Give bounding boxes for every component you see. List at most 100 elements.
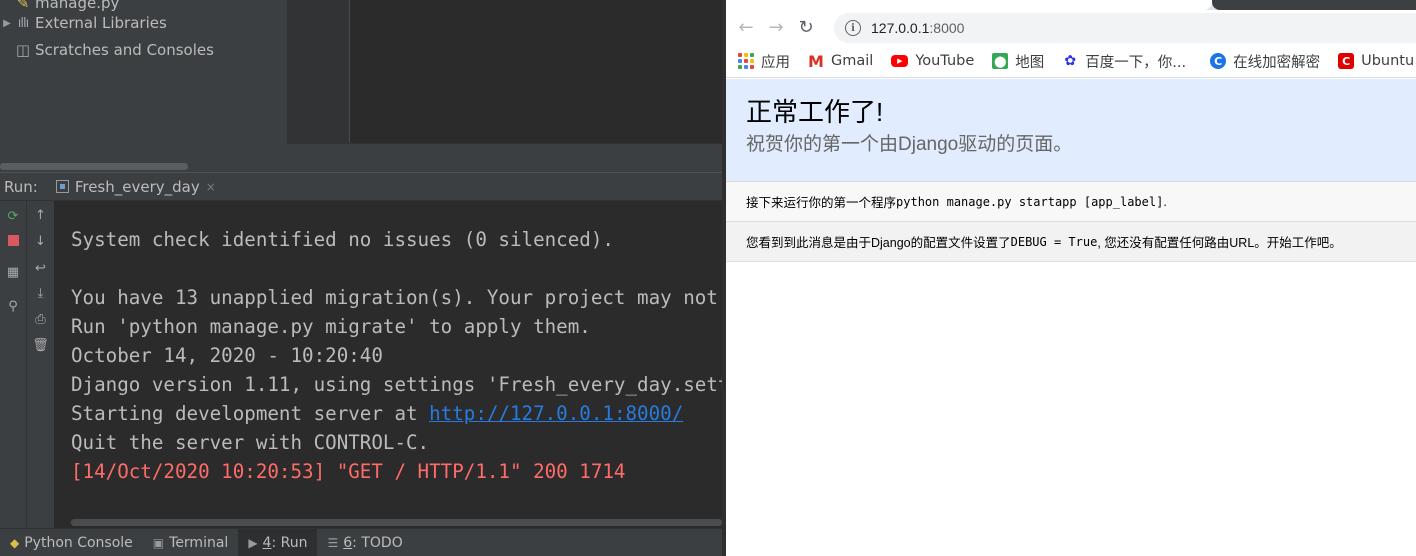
browser-other-tab[interactable] [1212, 0, 1416, 10]
explanation-suffix: , 您还没有配置任何路由URL。开始工作吧。 [1097, 236, 1342, 250]
baidu-paw-icon: ✿ [1064, 53, 1077, 69]
up-arrow-icon[interactable]: ↑ [27, 204, 54, 226]
summary-section: 正常工作了! 祝贺你的第一个由Django驱动的页面。 [726, 79, 1416, 182]
rerun-icon[interactable]: ⟳ [0, 205, 26, 227]
bookmark-label: Gmail [831, 53, 874, 69]
bookmark-crypt[interactable]: C 在线加密解密 [1204, 45, 1326, 77]
back-arrow-icon[interactable]: ← [733, 15, 759, 41]
editor-bottom-bar [287, 143, 722, 172]
instructions-suffix: . [1163, 194, 1167, 209]
stop-button[interactable] [0, 229, 26, 251]
run-tab[interactable]: Fresh_every_day × [55, 177, 216, 196]
ubuntu-site-icon: C [1338, 53, 1355, 69]
console-request-log: [14/Oct/2020 10:20:53] "GET / HTTP/1.1" … [71, 460, 626, 483]
expand-arrow-icon[interactable]: ▶ [0, 18, 14, 29]
page-subtitle: 祝贺你的第一个由Django驱动的页面。 [746, 134, 1073, 155]
youtube-icon: ▶ [891, 55, 909, 67]
terminal-icon: ▣ [152, 535, 165, 550]
url-host: 127.0.0.1 [871, 20, 930, 36]
terminal-label: Terminal [169, 534, 229, 551]
run-tool-tab[interactable]: ▶ 4: Run [238, 529, 318, 556]
todo-label: : TODO [352, 534, 403, 551]
console-scrollbar[interactable] [71, 519, 722, 526]
console-line-server: Starting development server at http://12… [71, 399, 683, 428]
bookmark-label: Ubuntu [1361, 53, 1415, 69]
explanation-section: 您看到到此消息是由于Django的配置文件设置了 DEBUG = True, 您… [726, 222, 1416, 262]
instructions-prefix: 接下来运行你的第一个程序 [746, 196, 897, 210]
maps-pin-icon: ⬤ [992, 53, 1009, 69]
editor-area[interactable] [351, 0, 722, 143]
python-console-tab[interactable]: ◆ Python Console [0, 529, 143, 556]
bookmark-youtube[interactable]: ▶ YouTube [885, 45, 980, 77]
page-title: 正常工作了! [746, 97, 884, 127]
close-icon[interactable]: × [206, 180, 216, 194]
bookmark-label: 应用 [761, 54, 790, 71]
bookmark-label: YouTube [915, 53, 975, 69]
bookmark-maps[interactable]: ⬤ 地图 [986, 45, 1050, 77]
bookmark-label: 地图 [1015, 54, 1045, 71]
run-console[interactable]: System check identified no issues (0 sil… [55, 201, 722, 528]
url-text: 127.0.0.1:8000 [871, 20, 964, 36]
reload-icon[interactable]: ↻ [793, 15, 819, 41]
scroll-to-end-icon[interactable]: ⤓ [27, 282, 54, 304]
browser-window: ← → ↻ i 127.0.0.1:8000 应用 M Gmail ▶ YouT… [726, 0, 1416, 556]
bookmark-ubuntu[interactable]: C Ubuntu [1332, 45, 1416, 77]
terminal-tab[interactable]: ▣ Terminal [143, 529, 239, 556]
console-line: October 14, 2020 - 10:20:40 [71, 344, 383, 367]
explanation-prefix: 您看到到此消息是由于Django的配置文件设置了 [746, 236, 1011, 250]
bookmark-gmail[interactable]: M Gmail [802, 45, 879, 77]
console-line: Run 'python manage.py migrate' to apply … [71, 315, 591, 338]
todo-list-icon: ☰ [327, 535, 339, 550]
layout-icon[interactable]: ▦ [0, 261, 26, 283]
python-run-config-icon [55, 180, 69, 193]
tree-item-label: manage.py [35, 0, 120, 12]
browser-toolbar: ← → ↻ i 127.0.0.1:8000 [726, 10, 1416, 45]
info-icon[interactable]: i [845, 20, 861, 36]
instructions-section: 接下来运行你的第一个程序 python manage.py startapp [… [726, 182, 1416, 222]
apps-grid-icon [738, 53, 754, 69]
library-icon: ıllı [17, 15, 29, 31]
bookmark-apps[interactable]: 应用 [732, 45, 796, 77]
url-port: :8000 [929, 20, 965, 36]
trash-icon[interactable]: 🗑 [27, 334, 54, 356]
server-url-link[interactable]: http://127.0.0.1:8000/ [429, 402, 683, 425]
run-panel-header: Run: Fresh_every_day × [0, 172, 722, 201]
console-line: You have 13 unapplied migration(s). Your… [71, 286, 718, 309]
address-bar[interactable]: i 127.0.0.1:8000 [834, 13, 1416, 43]
print-icon[interactable]: ⎙ [27, 308, 54, 330]
tree-item-scratches[interactable]: ◫ Scratches and Consoles [14, 39, 214, 61]
project-tree: ✎ manage.py ▶ ıllı External Libraries ◫ … [0, 0, 287, 172]
pycharm-window: ✎ manage.py ▶ ıllı External Libraries ◫ … [0, 0, 722, 556]
todo-tab[interactable]: ☰ 6: TODO [317, 529, 412, 556]
todo-number: 6 [343, 534, 353, 551]
python-file-icon: ✎ [16, 0, 30, 12]
forward-arrow-icon[interactable]: → [763, 15, 789, 41]
server-prefix: Starting development server at [71, 402, 430, 425]
python-icon: ◆ [10, 535, 20, 550]
bookmark-baidu[interactable]: ✿ 百度一下，你... [1056, 45, 1192, 77]
console-line: Quit the server with CONTROL-C. [71, 431, 430, 454]
tree-item-external-libraries[interactable]: ▶ ıllı External Libraries [0, 12, 167, 34]
instructions-code: python manage.py startapp [app_label] [896, 194, 1164, 209]
run-tab-label: Fresh_every_day [74, 177, 200, 196]
project-tree-scrollbar[interactable] [0, 163, 188, 170]
pin-icon[interactable]: ⚲ [0, 295, 26, 317]
down-arrow-icon[interactable]: ↓ [27, 230, 54, 252]
run-toolbar-primary: ⟳ ▦ ⚲ [0, 201, 27, 528]
run-toolbar-secondary: ↑ ↓ ↩ ⤓ ⎙ 🗑 [27, 201, 55, 528]
run-icon: ▶ [248, 535, 258, 550]
run-tool-number: 4 [262, 534, 272, 551]
bookmark-label: 在线加密解密 [1233, 54, 1321, 71]
browser-active-tab[interactable] [726, 0, 1212, 10]
tree-item-label: External Libraries [35, 14, 167, 32]
bookmark-label: 百度一下，你... [1085, 54, 1187, 71]
console-line: System check identified no issues (0 sil… [71, 228, 614, 251]
stop-icon [7, 234, 19, 246]
browser-tab-strip [726, 0, 1416, 10]
crypt-site-icon: C [1210, 53, 1227, 69]
scratches-icon: ◫ [15, 41, 31, 59]
editor-gutter [287, 0, 350, 143]
soft-wrap-icon[interactable]: ↩ [27, 257, 54, 279]
console-line: Django version 1.11, using settings 'Fre… [71, 373, 722, 396]
run-tool-label: : Run [271, 534, 308, 551]
